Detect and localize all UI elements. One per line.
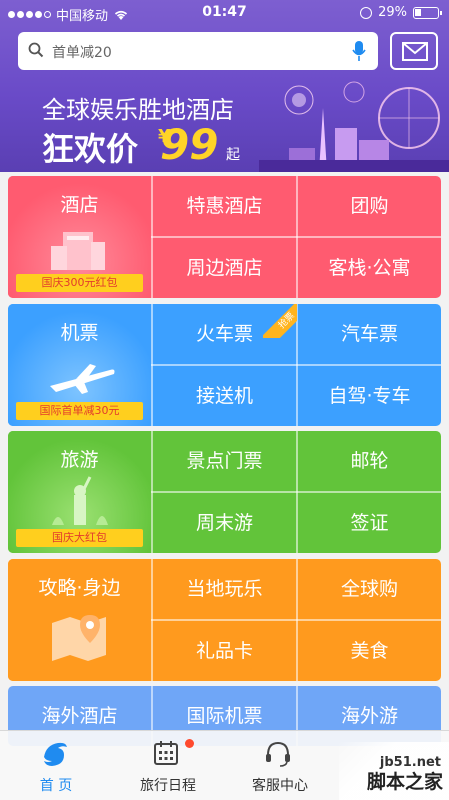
weekend-trip-link[interactable]: 周末游 — [153, 493, 296, 553]
banner-price-suffix: 起 — [226, 147, 240, 163]
food-link[interactable]: 美食 — [298, 621, 441, 681]
hotel-title: 酒店 — [60, 194, 99, 216]
cruise-link[interactable]: 邮轮 — [298, 431, 441, 491]
travel-title: 旅游 — [60, 449, 99, 471]
tab-home-label: 首 页 — [39, 778, 73, 794]
airplane-icon — [50, 364, 115, 394]
hotel-tile[interactable]: 酒店 国庆300元红包 — [8, 176, 151, 298]
travel-tile[interactable]: 旅游 国庆大红包 — [8, 431, 151, 553]
travel-section: 旅游 国庆大红包 景点门票 邮轮 周末游 签证 — [8, 431, 441, 553]
car-rental-link[interactable]: 自驾·专车 — [298, 366, 441, 426]
guide-title: 攻略·身边 — [38, 577, 121, 599]
special-hotels-link[interactable]: 特惠酒店 — [153, 176, 296, 236]
search-placeholder: 首单减20 — [52, 45, 112, 61]
rotation-lock-icon — [360, 6, 373, 19]
tab-itinerary-label: 旅行日程 — [140, 778, 196, 794]
statue-of-liberty-icon — [52, 476, 108, 525]
notification-dot — [185, 739, 194, 748]
battery-icon — [413, 6, 442, 19]
envelope-icon — [402, 42, 428, 61]
headset-icon — [266, 741, 290, 767]
flight-promo-badge[interactable]: 国际首单减30元 — [16, 402, 143, 420]
guide-section: 攻略·身边 当地玩乐 全球购 礼品卡 美食 — [8, 559, 441, 681]
group-buy-link[interactable]: 团购 — [298, 176, 441, 236]
promo-banner[interactable]: 全球娱乐胜地酒店 狂欢价 ¥ 99 起 — [0, 78, 449, 172]
inn-apartment-link[interactable]: 客栈·公寓 — [298, 238, 441, 298]
ticket-grab-ribbon: 抢票 — [263, 304, 297, 338]
resort-skyline-image — [259, 81, 449, 172]
calendar-icon — [154, 741, 178, 765]
banner-price: 99 — [160, 120, 219, 169]
travel-promo-badge[interactable]: 国庆大红包 — [16, 529, 143, 547]
global-shopping-link[interactable]: 全球购 — [298, 559, 441, 619]
tab-itinerary[interactable]: 旅行日程 — [112, 731, 224, 800]
dolphin-icon — [44, 742, 67, 766]
messages-button[interactable] — [390, 32, 438, 70]
flight-title: 机票 — [60, 322, 99, 344]
microphone-icon[interactable] — [352, 40, 366, 62]
nearby-hotels-link[interactable]: 周边酒店 — [153, 238, 296, 298]
hotel-section: 酒店 国庆300元红包 特惠酒店 团购 周边酒店 客栈·公寓 — [8, 176, 441, 298]
search-icon — [28, 42, 44, 58]
header-area: 中国移动 01:47 29% 首单减20 全球娱乐胜地酒店 狂欢价 ¥ 99 起 — [0, 0, 449, 172]
hotel-promo-badge[interactable]: 国庆300元红包 — [16, 274, 143, 292]
watermark-name: 脚本之家 — [366, 771, 443, 793]
guide-tile[interactable]: 攻略·身边 — [8, 559, 151, 681]
banner-subhead: 狂欢价 — [42, 130, 139, 168]
tab-customer-service[interactable]: 客服中心 — [224, 731, 336, 800]
tab-customer-service-label: 客服中心 — [252, 778, 308, 794]
hotel-building-icon — [51, 232, 105, 270]
battery-percent: 29% — [378, 5, 407, 20]
status-bar: 中国移动 01:47 29% — [0, 0, 449, 26]
bottom-tab-bar: 首 页 旅行日程 客服中心 jb51.net 脚本之家 — [0, 730, 449, 800]
visa-link[interactable]: 签证 — [298, 493, 441, 553]
tab-home[interactable]: 首 页 — [0, 731, 112, 800]
airport-transfer-link[interactable]: 接送机 — [153, 366, 296, 426]
local-fun-link[interactable]: 当地玩乐 — [153, 559, 296, 619]
gift-card-link[interactable]: 礼品卡 — [153, 621, 296, 681]
attraction-tickets-link[interactable]: 景点门票 — [153, 431, 296, 491]
bus-tickets-link[interactable]: 汽车票 — [298, 304, 441, 364]
map-pin-icon — [52, 615, 106, 661]
transport-section: 机票 国际首单减30元 火车票 抢票 汽车票 接送机 自驾·专车 — [8, 304, 441, 426]
flight-tile[interactable]: 机票 国际首单减30元 — [8, 304, 151, 426]
search-input[interactable]: 首单减20 — [18, 32, 378, 70]
